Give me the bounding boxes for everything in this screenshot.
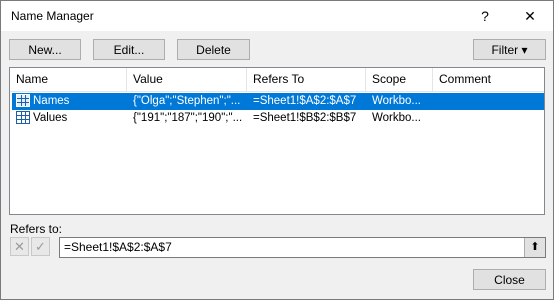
confirm-edit-icon[interactable]: ✓ [31,237,50,256]
close-icon[interactable]: ✕ [507,1,553,31]
cancel-edit-icon[interactable]: ✕ [10,237,29,256]
delete-button-label: Delete [196,43,231,57]
table-row[interactable]: Values {"191";"187";"190";"... =Sheet1!$… [12,110,544,127]
refers-to-value: =Sheet1!$A$2:$A$7 [64,240,172,254]
new-button-label: New... [28,43,62,57]
new-button[interactable]: New... [9,39,81,60]
delete-button[interactable]: Delete [177,39,250,60]
help-icon[interactable]: ? [462,1,508,31]
close-button-label: Close [494,273,525,287]
filter-button-label: Filter [491,43,519,57]
names-list[interactable]: Name Value Refers To Scope Comment Names… [9,67,545,215]
chevron-down-icon: ▾ [521,43,528,57]
row-name: Values [33,112,68,124]
column-header-name[interactable]: Name [10,68,127,91]
title-bar: Name Manager ? ✕ [1,1,553,31]
row-scope: Workbo... [372,95,421,107]
named-range-icon [16,111,30,124]
row-scope: Workbo... [372,112,421,124]
column-header-comment[interactable]: Comment [433,68,544,91]
name-manager-dialog: Name Manager ? ✕ New... Edit... Delete F… [0,0,554,300]
close-button[interactable]: Close [473,269,546,290]
named-range-icon [16,94,30,107]
edit-button-label: Edit... [113,43,145,57]
row-value: {"Olga";"Stephen";"... [133,95,241,107]
collapse-dialog-icon[interactable]: ⬆ [524,238,545,257]
column-header-refers-to[interactable]: Refers To [247,68,366,91]
row-comment [439,93,539,110]
filter-button[interactable]: Filter ▾ [473,39,546,60]
refers-to-label: Refers to: [10,222,63,236]
row-comment [439,110,539,127]
row-value: {"191";"187";"190";"... [133,112,243,124]
row-refers-to: =Sheet1!$B$2:$B$7 [253,112,357,124]
column-header-scope[interactable]: Scope [366,68,433,91]
dialog-title: Name Manager [11,9,94,23]
row-refers-to: =Sheet1!$A$2:$A$7 [253,95,357,107]
row-name: Names [33,95,70,107]
edit-button[interactable]: Edit... [93,39,165,60]
list-header: Name Value Refers To Scope Comment [10,68,544,92]
table-row[interactable]: Names {"Olga";"Stephen";"... =Sheet1!$A$… [12,93,544,110]
refers-to-input[interactable]: =Sheet1!$A$2:$A$7 ⬆ [59,237,546,258]
column-header-value[interactable]: Value [127,68,247,91]
